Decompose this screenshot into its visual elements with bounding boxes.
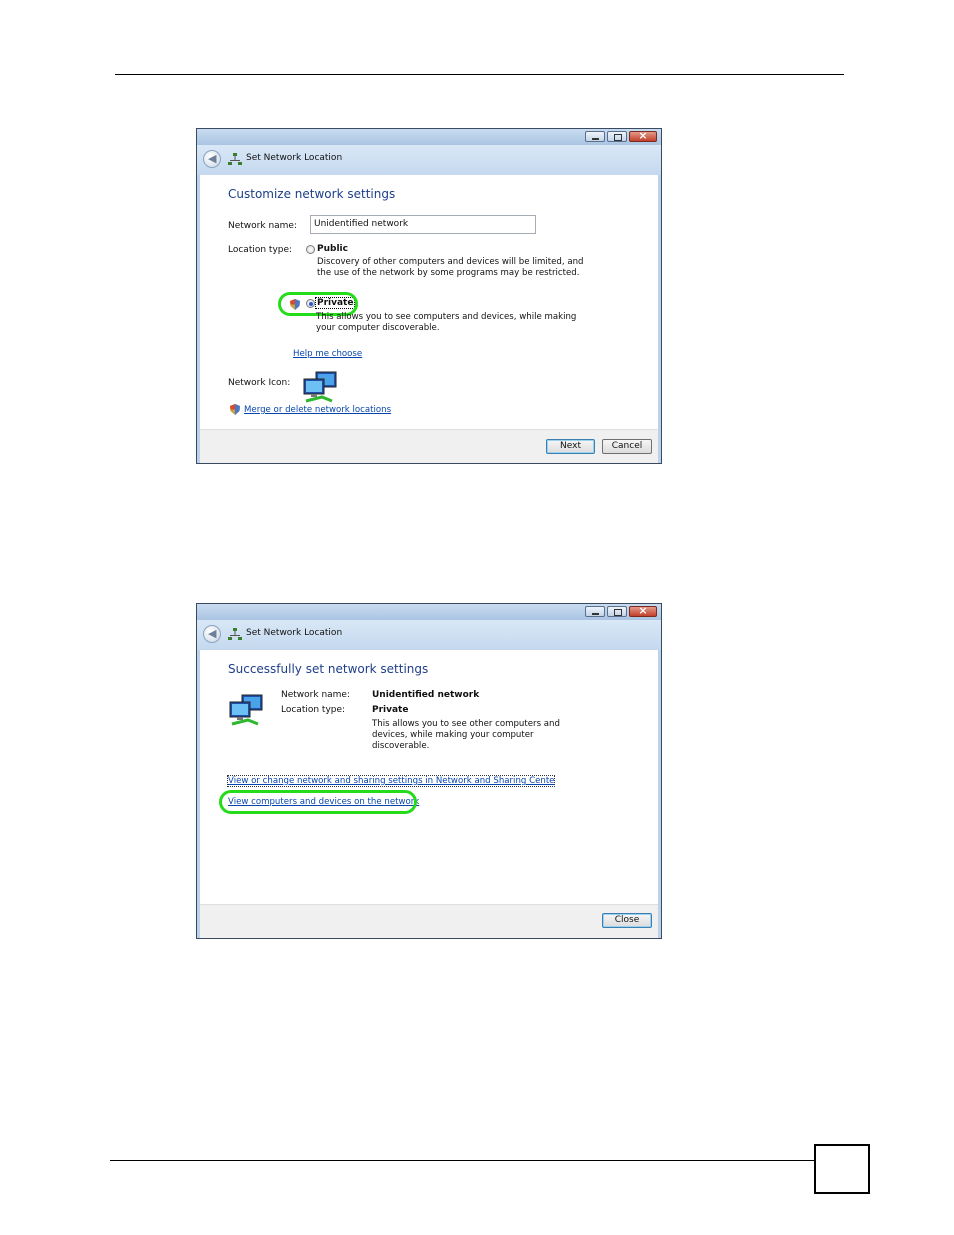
minimize-icon xyxy=(592,613,599,615)
cancel-button[interactable]: Cancel xyxy=(602,439,652,454)
back-arrow-icon: ◀ xyxy=(208,627,217,640)
minimize-icon xyxy=(592,138,599,140)
computers-network-icon xyxy=(229,694,263,726)
location-type-label: Location type: xyxy=(228,245,293,255)
next-button[interactable]: Next xyxy=(546,439,595,454)
location-description-line2: devices, while making your computer xyxy=(372,730,534,740)
location-description-line1: This allows you to see other computers a… xyxy=(372,719,560,729)
location-description-line3: discoverable. xyxy=(372,741,430,751)
maximize-icon xyxy=(614,609,622,616)
window-controls: × xyxy=(585,129,657,142)
location-type-value: Private xyxy=(372,705,409,715)
private-description-line1: This allows you to see computers and dev… xyxy=(316,312,577,322)
title-bar: × xyxy=(197,604,661,620)
nav-bar: ◀ Set Network Location xyxy=(197,620,661,650)
set-network-location-dialog-customize: × ◀ Set Network Location Customize netwo… xyxy=(196,128,662,464)
close-icon: × xyxy=(638,129,648,142)
window-title: Set Network Location xyxy=(246,153,343,163)
nav-bar: ◀ Set Network Location xyxy=(197,145,661,175)
network-icon xyxy=(228,628,242,640)
location-type-label: Location type: xyxy=(281,705,346,715)
back-button[interactable]: ◀ xyxy=(203,150,221,168)
close-window-button[interactable]: × xyxy=(629,604,657,617)
dialog-content: Customize network settings Network name:… xyxy=(200,175,658,429)
maximize-button[interactable] xyxy=(607,131,627,142)
close-icon: × xyxy=(638,604,648,617)
dialog-content: Successfully set network settings Networ… xyxy=(200,650,658,904)
back-button[interactable]: ◀ xyxy=(203,625,221,643)
dialog-footer: Next Cancel xyxy=(200,429,658,463)
computers-network-icon[interactable] xyxy=(302,371,338,403)
footer-rule xyxy=(110,1160,814,1161)
header-rule xyxy=(115,74,844,75)
network-name-label: Network name: xyxy=(281,690,350,700)
page-heading: Successfully set network settings xyxy=(228,662,429,676)
title-bar: × xyxy=(197,129,661,145)
help-me-choose-link[interactable]: Help me choose xyxy=(293,349,362,359)
window-controls: × xyxy=(585,604,657,617)
close-button[interactable]: Close xyxy=(602,913,652,928)
network-icon-label: Network Icon: xyxy=(228,378,291,388)
public-description-line1: Discovery of other computers and devices… xyxy=(317,257,584,267)
merge-delete-locations-link[interactable]: Merge or delete network locations xyxy=(244,405,391,415)
set-network-location-dialog-success: × ◀ Set Network Location Successfully se… xyxy=(196,603,662,939)
back-arrow-icon: ◀ xyxy=(208,152,217,165)
maximize-button[interactable] xyxy=(607,606,627,617)
network-name-label: Network name: xyxy=(228,221,297,231)
dialog-footer: Close xyxy=(200,904,658,938)
sharing-center-link[interactable]: View or change network and sharing setti… xyxy=(226,775,556,787)
network-name-field[interactable]: Unidentified network xyxy=(310,215,536,234)
public-description-line2: the use of the network by some programs … xyxy=(317,268,580,278)
network-icon xyxy=(228,153,242,165)
private-description-line2: your computer discoverable. xyxy=(316,323,440,333)
public-label[interactable]: Public xyxy=(317,244,348,254)
view-computers-highlight xyxy=(219,790,417,814)
page-heading: Customize network settings xyxy=(228,187,396,201)
minimize-button[interactable] xyxy=(585,606,605,617)
window-title: Set Network Location xyxy=(246,628,343,638)
network-name-value: Unidentified network xyxy=(372,690,480,700)
close-window-button[interactable]: × xyxy=(629,129,657,142)
minimize-button[interactable] xyxy=(585,131,605,142)
public-radio[interactable] xyxy=(306,245,315,254)
page-number-box xyxy=(814,1144,870,1194)
maximize-icon xyxy=(614,134,622,141)
shield-icon xyxy=(230,404,240,415)
